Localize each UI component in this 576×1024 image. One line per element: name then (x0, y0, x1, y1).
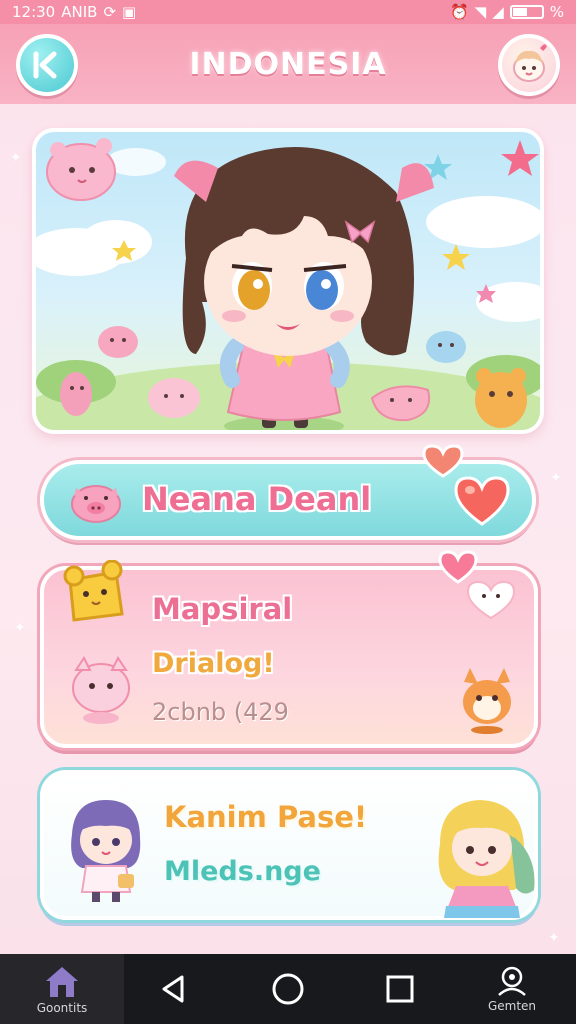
bear-icon (63, 560, 124, 622)
status-time: 12:30 (12, 3, 56, 21)
page-title: INDONESIA (189, 46, 387, 82)
status-left: 12:30 ANIB ⟳ ▣ (12, 3, 136, 21)
signal-icon: ◢ (492, 3, 504, 21)
pig-icon (71, 485, 121, 523)
nav-profile-label: Gemten (487, 999, 537, 1013)
nav-profile-tab[interactable]: Gemten (472, 954, 552, 1024)
sparkle-icon: ✦ (14, 620, 26, 636)
info-dialog-text: Drialog! (152, 648, 275, 679)
alarm-icon: ⏰ (449, 3, 469, 21)
person-icon (498, 966, 526, 996)
back-button[interactable] (16, 34, 78, 96)
blonde-girl-icon (438, 800, 535, 918)
sparkle-icon: ✦ (10, 150, 22, 166)
fox-icon (463, 668, 511, 734)
wifi-icon: ◥ (474, 3, 487, 21)
status-bar: 12:30 ANIB ⟳ ▣ ⏰ ◥ ◢ % (0, 0, 576, 24)
profile-avatar-button[interactable] (498, 34, 560, 96)
app-header: INDONESIA (0, 24, 576, 104)
status-right: ⏰ ◥ ◢ % (450, 3, 564, 21)
image-icon: ▣ (122, 3, 137, 21)
purple-hair-girl-icon (71, 800, 141, 902)
nav-back-button[interactable] (150, 954, 198, 1024)
character-illustration (36, 138, 540, 430)
message-card[interactable]: Kanim Pase! Mleds.nge (40, 770, 538, 920)
info-title: Mapsiral (152, 592, 293, 626)
floating-heart-icon (438, 550, 478, 584)
heart-icon[interactable] (452, 474, 512, 528)
sync-icon: ⟳ (103, 3, 117, 21)
cat-icon (72, 656, 130, 724)
sparkle-icon: ✦ (548, 930, 560, 946)
nav-home-tab[interactable]: Goontits (0, 954, 124, 1024)
battery-percent: % (549, 3, 564, 21)
character-illustration-card (32, 128, 544, 434)
house-icon (46, 967, 78, 997)
square-recents-icon (386, 975, 414, 1003)
message-subtitle: Mleds.nge (164, 856, 321, 887)
avatar-icon (513, 44, 547, 82)
battery-icon (509, 5, 544, 19)
info-card[interactable]: Mapsiral Drialog! 2cbnb (429 (40, 560, 538, 748)
nav-home-label: Goontits (36, 1001, 88, 1015)
circle-home-icon (272, 973, 304, 1005)
back-arrow-icon (33, 51, 57, 79)
status-app-text: ANIB (61, 3, 98, 21)
nav-recents-button[interactable] (376, 954, 424, 1024)
info-count-text: 2cbnb (429 (152, 698, 289, 726)
nav-home-button[interactable] (264, 954, 312, 1024)
message-title: Kanim Pase! (164, 800, 368, 834)
sparkle-icon: ✦ (550, 470, 562, 486)
character-name: Neana Deanl (142, 480, 372, 518)
small-heart-icon (422, 444, 464, 478)
system-nav-bar: Goontits Gemten (0, 954, 576, 1024)
triangle-back-icon (162, 975, 184, 1003)
